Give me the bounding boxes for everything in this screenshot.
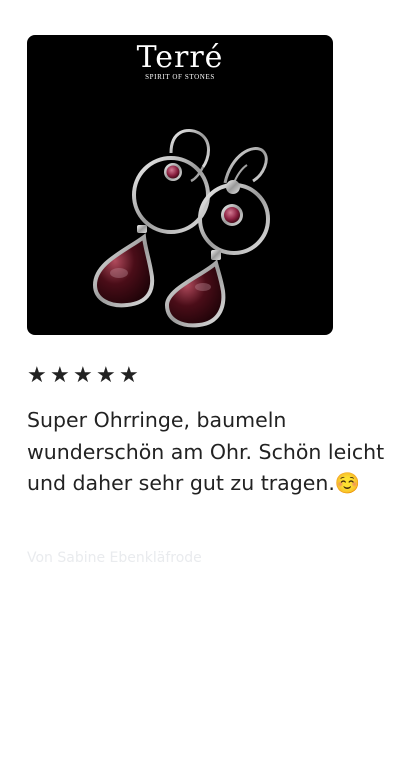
star-rating: ★ ★ ★ ★ ★ [27,364,142,388]
star-icon: ★ [73,363,93,388]
star-icon: ★ [50,363,70,388]
review-photo[interactable]: Terré SPIRIT OF STONES [27,35,333,335]
review-card: Terré SPIRIT OF STONES ★ ★ ★ ★ ★ Super O… [0,0,416,765]
star-icon: ★ [119,363,139,388]
star-icon: ★ [96,363,116,388]
review-text: Super Ohrringe, baumeln wunderschön am O… [27,408,385,495]
earrings-photo [92,129,270,328]
review-meta: Von Sabine Ebenkläfrode [27,550,202,566]
star-icon: ★ [27,363,47,388]
